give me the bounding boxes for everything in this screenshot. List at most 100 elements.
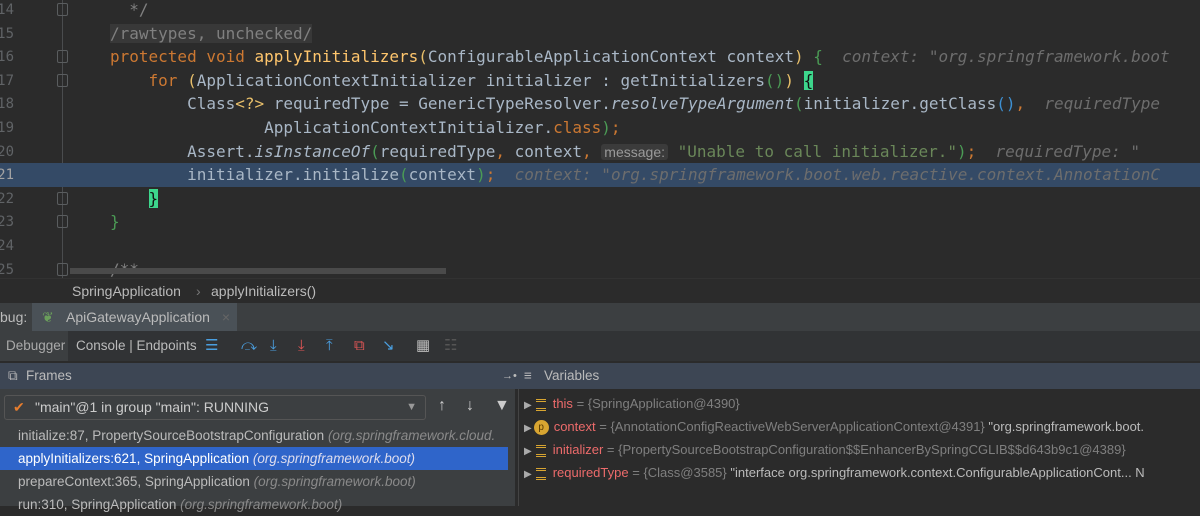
code-token: context bbox=[408, 165, 477, 185]
line-number[interactable]: 22 bbox=[0, 187, 14, 211]
frame-row[interactable]: run:310, SpringApplication (org.springfr… bbox=[0, 493, 508, 516]
filter-icon[interactable]: ▼ bbox=[494, 397, 510, 415]
code-token: ) bbox=[476, 165, 486, 185]
line-number[interactable]: 16 bbox=[0, 45, 14, 69]
line-number[interactable]: 23 bbox=[0, 210, 14, 234]
line-number[interactable]: 24 bbox=[0, 234, 14, 258]
code-token: { bbox=[803, 47, 823, 67]
frame-row[interactable]: prepareContext:365, SpringApplication (o… bbox=[0, 470, 508, 493]
force-step-into-icon[interactable]: ⤓ bbox=[298, 331, 305, 361]
code-token: initializer.initialize bbox=[110, 165, 399, 185]
line-number[interactable]: 20 bbox=[0, 140, 14, 164]
code-text: /rawtypes, unchecked/ bbox=[110, 22, 313, 46]
code-editor[interactable]: 14 */15/rawtypes, unchecked/16 protected … bbox=[0, 0, 1200, 278]
code-line[interactable]: 16 protected void applyInitializers(Confi… bbox=[0, 45, 1200, 69]
variable-name: context bbox=[553, 419, 596, 434]
frame-package: (org.springframework.cloud. bbox=[327, 428, 496, 443]
arrow-up-icon[interactable]: ↑ bbox=[438, 397, 446, 415]
code-line[interactable]: 15/rawtypes, unchecked/ bbox=[0, 22, 1200, 46]
evaluate-expression-icon[interactable]: ▦ bbox=[416, 331, 430, 361]
fold-icon[interactable] bbox=[57, 50, 68, 64]
code-token: context: "org.springframework.boot bbox=[822, 47, 1170, 67]
parameter-icon: p bbox=[533, 420, 549, 436]
debug-tabs: bug: ❦ ApiGatewayApplication × bbox=[0, 303, 1200, 331]
code-line[interactable]: 14 */ bbox=[0, 0, 1200, 22]
variable-type: {Class@3585} bbox=[643, 465, 727, 480]
fold-icon[interactable] bbox=[57, 73, 68, 87]
code-line[interactable]: 18 Class<?> requiredType = GenericTypeRe… bbox=[0, 92, 1200, 116]
fold-icon[interactable] bbox=[57, 262, 68, 276]
line-number[interactable]: 17 bbox=[0, 69, 14, 93]
code-token: ; bbox=[966, 141, 977, 161]
chevron-down-icon: ▼ bbox=[406, 401, 417, 413]
run-to-cursor-icon[interactable]: ↘ bbox=[382, 331, 395, 361]
line-number[interactable]: 18 bbox=[0, 92, 14, 116]
expand-icon[interactable]: ▶ bbox=[524, 446, 532, 457]
step-over-icon[interactable]: ⤼ bbox=[241, 331, 257, 361]
code-token: ( bbox=[793, 94, 804, 114]
code-token: ApplicationContextInitializer. bbox=[110, 118, 554, 137]
code-line[interactable]: 23} bbox=[0, 210, 1200, 234]
fold-icon[interactable] bbox=[57, 3, 68, 16]
variable-row[interactable]: ▶ initializer = {PropertySourceBootstrapC… bbox=[519, 438, 1126, 461]
code-line[interactable]: 21 initializer.initialize(context); cont… bbox=[0, 163, 1200, 188]
drop-frame-icon[interactable]: ⧉ bbox=[354, 331, 365, 361]
variable-row[interactable]: ▶ p context = {AnnotationConfigReactiveWeb… bbox=[519, 415, 1144, 438]
expand-icon[interactable]: ▶ bbox=[524, 469, 532, 480]
field-icon bbox=[535, 444, 546, 457]
code-token: } bbox=[148, 188, 159, 208]
line-number[interactable]: 19 bbox=[0, 116, 14, 140]
horizontal-scrollbar[interactable] bbox=[70, 268, 446, 274]
tab-console-endpoints[interactable]: Console | Endpoints bbox=[76, 331, 197, 361]
fold-icon[interactable] bbox=[57, 215, 68, 229]
restore-layout-icon[interactable]: →• bbox=[502, 363, 517, 389]
code-token: */ bbox=[110, 0, 149, 19]
variable-type: {AnnotationConfigReactiveWebServerApplic… bbox=[610, 419, 985, 434]
code-line[interactable]: 22 } bbox=[0, 187, 1200, 211]
code-text: } bbox=[110, 210, 120, 234]
line-number[interactable]: 21 bbox=[0, 163, 14, 187]
frame-row[interactable]: applyInitializers:621, SpringApplication… bbox=[0, 447, 508, 470]
field-icon bbox=[535, 398, 546, 411]
variables-panel: ▶ this = {SpringApplication@4390} ▶ p conte… bbox=[518, 389, 1200, 506]
code-line[interactable]: 24 bbox=[0, 234, 1200, 258]
code-token: , bbox=[495, 141, 515, 161]
variable-name: initializer bbox=[552, 442, 604, 457]
code-token: requiredType bbox=[379, 141, 496, 161]
variable-row[interactable]: ▶ requiredType = {Class@3585} "interface … bbox=[519, 461, 1145, 484]
expand-icon[interactable]: ▶ bbox=[524, 400, 532, 411]
arrow-down-icon[interactable]: ↓ bbox=[466, 397, 474, 415]
code-line[interactable]: 17 for (ApplicationContextInitializer in… bbox=[0, 69, 1200, 93]
trace-icon[interactable]: ☷ bbox=[444, 331, 457, 361]
check-icon: ✔ bbox=[13, 399, 25, 415]
code-token: ) bbox=[956, 141, 967, 161]
code-token: protected bbox=[110, 47, 207, 67]
frame-row[interactable]: initialize:87, PropertySourceBootstrapCo… bbox=[0, 424, 508, 447]
fold-icon[interactable] bbox=[57, 191, 68, 205]
code-line[interactable]: 20 Assert.isInstanceOf(requiredType, con… bbox=[0, 140, 1200, 164]
code-line[interactable]: 19 ApplicationContextInitializer.class); bbox=[0, 116, 1200, 140]
code-text: Class<?> requiredType = GenericTypeResol… bbox=[110, 92, 1160, 116]
breadcrumb-class[interactable]: SpringApplication bbox=[72, 279, 181, 304]
variable-row[interactable]: ▶ this = {SpringApplication@4390} bbox=[519, 392, 740, 415]
code-token: ) bbox=[784, 70, 794, 90]
variable-value: "org.springframework.boot. bbox=[988, 419, 1145, 434]
close-icon[interactable]: × bbox=[222, 309, 230, 325]
line-number[interactable]: 25 bbox=[0, 258, 14, 278]
step-out-icon[interactable]: ⤒ bbox=[326, 331, 333, 361]
code-token: message: bbox=[601, 143, 668, 160]
field-icon bbox=[535, 467, 546, 480]
show-execution-point-icon[interactable]: ☰ bbox=[205, 331, 218, 361]
line-number[interactable]: 15 bbox=[0, 22, 14, 46]
thread-selector[interactable]: ✔ "main"@1 in group "main": RUNNING ▼ bbox=[4, 395, 426, 420]
line-number[interactable]: 14 bbox=[0, 0, 14, 22]
frame-method: initialize:87, PropertySourceBootstrapCo… bbox=[18, 428, 325, 443]
code-token: ; bbox=[485, 165, 496, 185]
variables-icon: ≡ bbox=[524, 368, 532, 383]
expand-icon[interactable]: ▶ bbox=[524, 423, 532, 434]
tab-api-gateway-application[interactable]: ❦ ApiGatewayApplication × bbox=[32, 303, 237, 331]
breadcrumb-method[interactable]: applyInitializers() bbox=[211, 279, 316, 304]
step-into-icon[interactable]: ⤓ bbox=[270, 331, 277, 361]
tab-debugger[interactable]: Debugger bbox=[0, 331, 68, 361]
